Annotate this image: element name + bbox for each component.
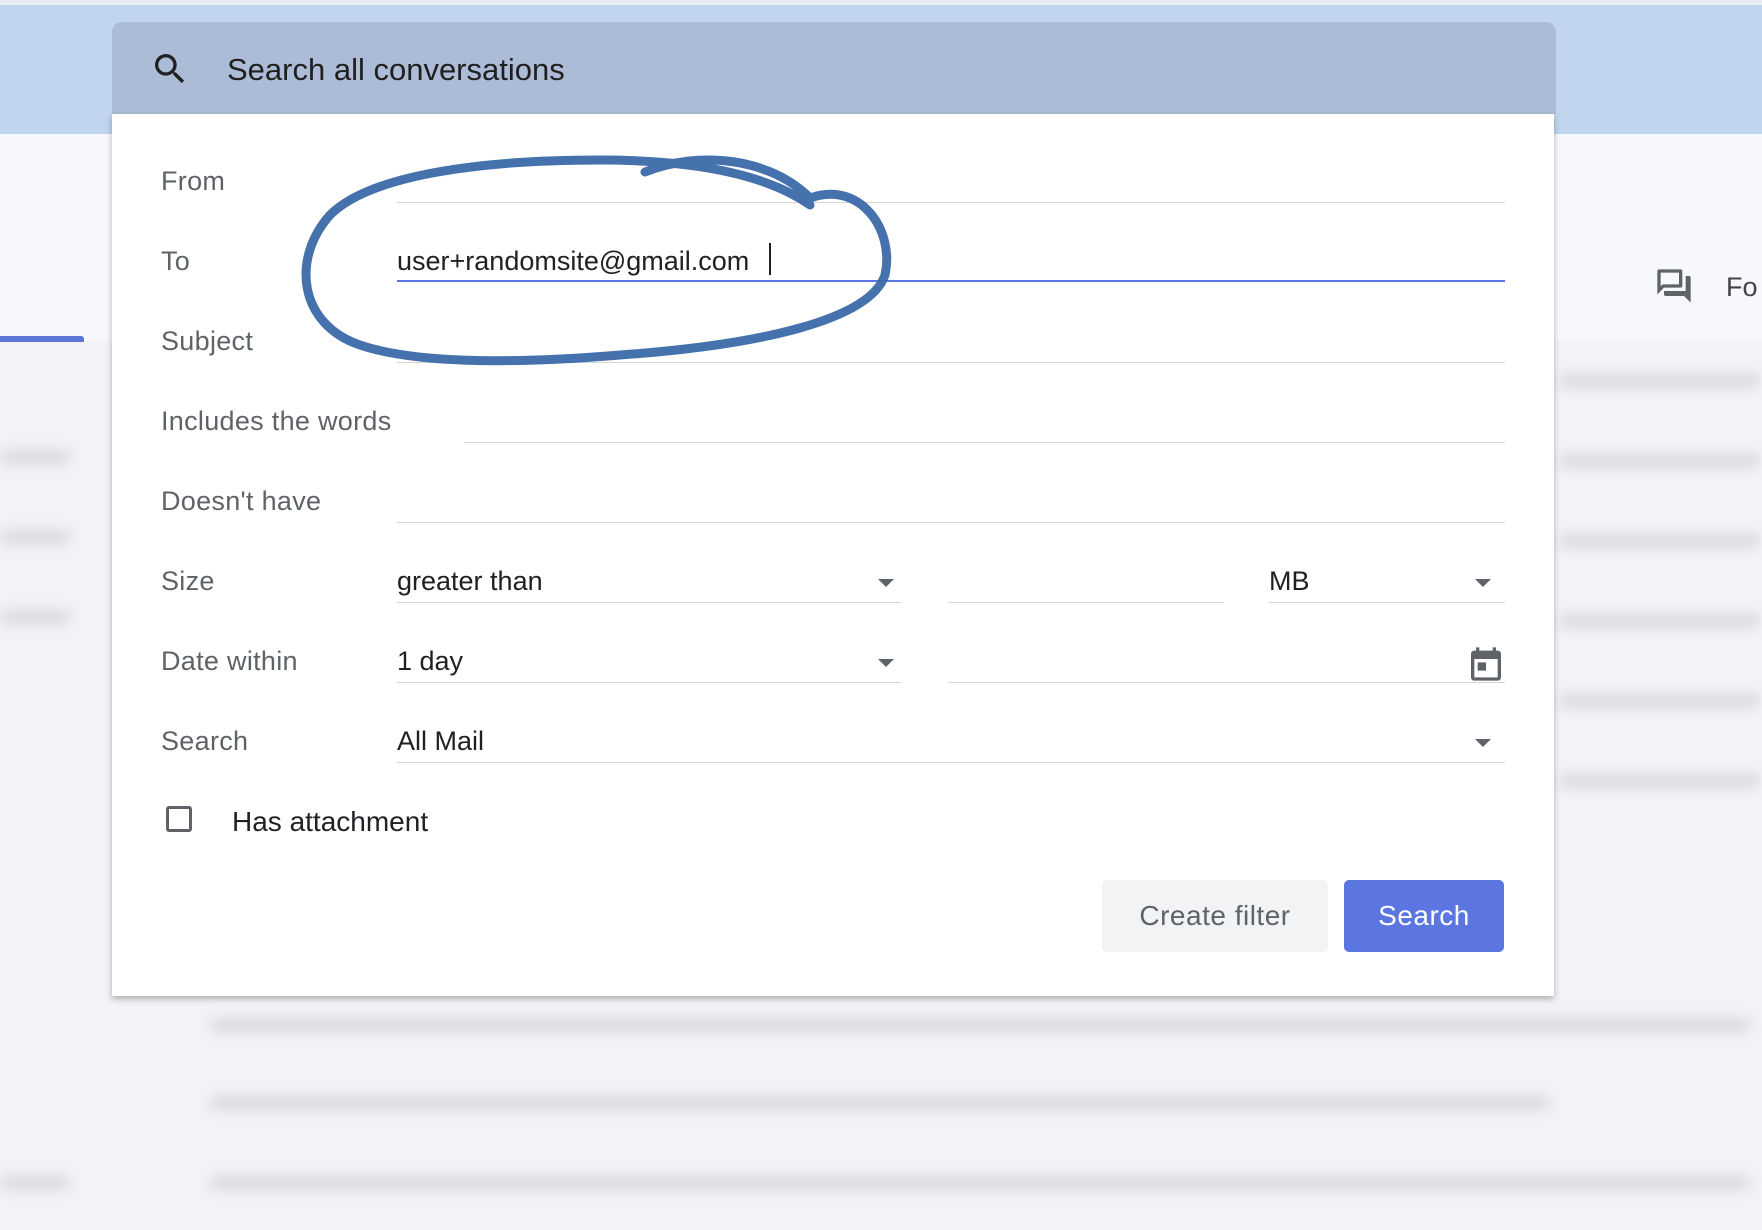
advanced-search-panel: From To user+randomsite@gmail.com Subjec… bbox=[112, 114, 1554, 996]
date-within-select[interactable]: 1 day bbox=[397, 646, 463, 677]
date-field[interactable] bbox=[948, 682, 1505, 683]
size-operator-underline bbox=[397, 602, 901, 603]
search-in-label: Search bbox=[161, 726, 249, 756]
chevron-down-icon[interactable] bbox=[878, 659, 894, 667]
search-button[interactable]: Search bbox=[1344, 880, 1504, 952]
search-input[interactable]: Search all conversations bbox=[227, 52, 565, 88]
to-field-underline bbox=[397, 280, 1505, 282]
size-value-field[interactable] bbox=[948, 602, 1224, 603]
includes-words-field[interactable] bbox=[464, 442, 1505, 443]
from-label: From bbox=[161, 166, 226, 196]
search-icon[interactable] bbox=[150, 49, 190, 89]
has-attachment-checkbox[interactable] bbox=[166, 806, 192, 832]
size-operator-select[interactable]: greater than bbox=[397, 566, 543, 597]
size-unit-select[interactable]: MB bbox=[1269, 566, 1310, 597]
size-unit-underline bbox=[1269, 602, 1505, 603]
includes-words-label: Includes the words bbox=[161, 406, 392, 436]
chat-icon[interactable] bbox=[1654, 266, 1694, 306]
search-in-select[interactable]: All Mail bbox=[397, 726, 484, 757]
subject-label: Subject bbox=[161, 326, 254, 356]
text-cursor bbox=[769, 243, 771, 275]
search-bar[interactable]: Search all conversations bbox=[112, 22, 1556, 114]
search-in-underline bbox=[397, 762, 1505, 763]
create-filter-button[interactable]: Create filter bbox=[1102, 880, 1328, 952]
calendar-icon[interactable] bbox=[1466, 644, 1506, 684]
subject-field[interactable] bbox=[397, 362, 1505, 363]
to-field[interactable]: user+randomsite@gmail.com bbox=[397, 246, 749, 277]
size-label: Size bbox=[161, 566, 215, 596]
doesnt-have-field[interactable] bbox=[397, 522, 1505, 523]
chevron-down-icon[interactable] bbox=[1475, 739, 1491, 747]
from-field[interactable] bbox=[397, 202, 1505, 203]
to-label: To bbox=[161, 246, 191, 276]
active-tab-indicator bbox=[0, 336, 84, 342]
date-within-underline bbox=[397, 682, 901, 683]
has-attachment-label[interactable]: Has attachment bbox=[232, 806, 428, 838]
date-within-label: Date within bbox=[161, 646, 298, 676]
doesnt-have-label: Doesn't have bbox=[161, 486, 322, 516]
chevron-down-icon[interactable] bbox=[1475, 579, 1491, 587]
chevron-down-icon[interactable] bbox=[878, 579, 894, 587]
side-nav-label[interactable]: Fo bbox=[1726, 272, 1758, 303]
